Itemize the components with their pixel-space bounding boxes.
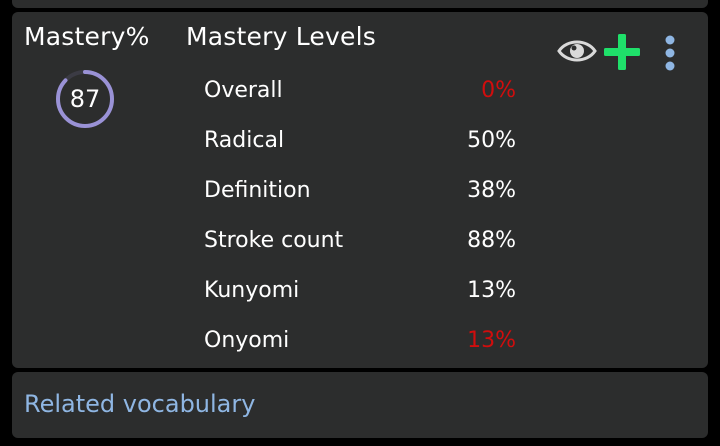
level-label: Stroke count — [204, 228, 344, 253]
level-label: Kunyomi — [204, 278, 300, 303]
mastery-ring: 87 — [54, 68, 116, 130]
level-row-kunyomi: Kunyomi 13% — [204, 272, 524, 312]
level-percent: 13% — [467, 278, 516, 303]
mastery-percent-title: Mastery% — [24, 22, 150, 51]
level-label: Overall — [204, 78, 283, 103]
previous-card-edge — [12, 0, 708, 8]
level-percent: 0% — [481, 78, 516, 103]
more-vertical-icon[interactable] — [660, 34, 680, 74]
level-label: Definition — [204, 178, 311, 203]
mastery-levels-title: Mastery Levels — [186, 22, 376, 51]
level-row-radical: Radical 50% — [204, 122, 524, 162]
app-frame: Mastery% Mastery Levels 87 Overall 0% Ra… — [0, 0, 720, 446]
level-row-onyomi: Onyomi 13% — [204, 322, 524, 362]
level-percent: 50% — [467, 128, 516, 153]
eye-icon[interactable] — [557, 36, 597, 66]
level-row-stroke-count: Stroke count 88% — [204, 222, 524, 262]
mastery-card: Mastery% Mastery Levels 87 Overall 0% Ra… — [12, 12, 708, 368]
level-row-definition: Definition 38% — [204, 172, 524, 212]
related-vocabulary-link[interactable]: Related vocabulary — [24, 390, 255, 418]
level-label: Onyomi — [204, 328, 290, 353]
level-row-overall: Overall 0% — [204, 72, 524, 112]
plus-icon[interactable] — [602, 32, 642, 72]
level-percent: 13% — [467, 328, 516, 353]
level-percent: 88% — [467, 228, 516, 253]
mastery-value: 87 — [69, 85, 101, 113]
level-label: Radical — [204, 128, 285, 153]
related-vocabulary-card: Related vocabulary — [12, 372, 708, 438]
level-percent: 38% — [467, 178, 516, 203]
